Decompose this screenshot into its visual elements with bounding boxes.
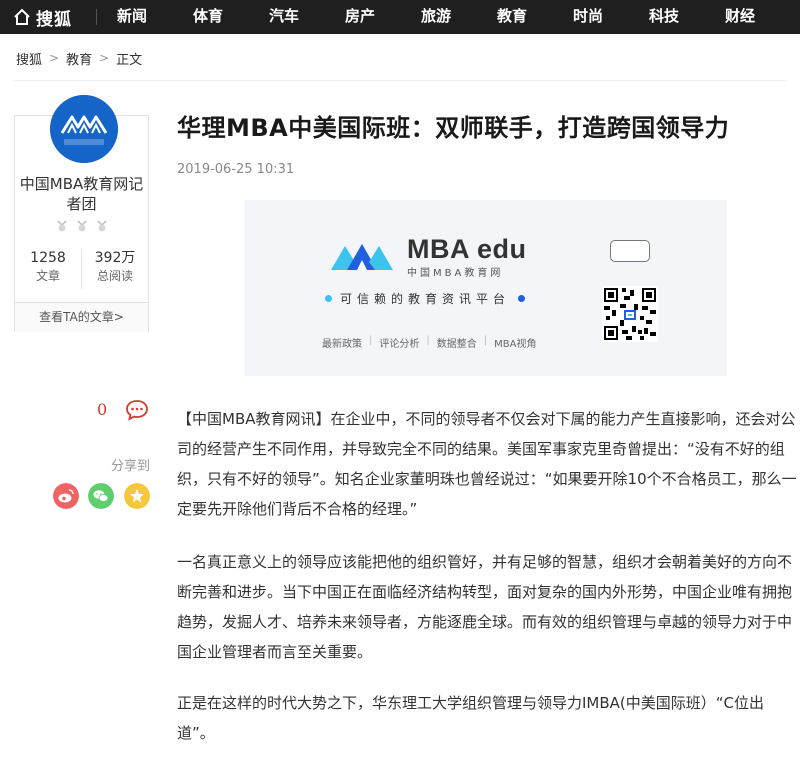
nav-item-house[interactable]: 房产: [345, 0, 375, 34]
nav-divider: [96, 9, 97, 25]
author-card: 中国MBA教育网记者团 1258 文章 392万 总阅读 查看TA的文章>: [14, 95, 149, 332]
breadcrumb-home[interactable]: 搜狐: [16, 49, 42, 68]
banner-tag: 最新政策: [322, 339, 362, 350]
banner-subtitle: 中国MBA教育网: [407, 268, 504, 279]
author-name[interactable]: 中国MBA教育网记者团: [15, 174, 148, 214]
stat-reads: 392万 总阅读: [81, 249, 148, 289]
article-paragraph: 一名真正意义上的领导应该能把他的组织管好，并有足够的智慧，组织才会朝着美好的方向…: [177, 553, 793, 661]
favorite-star-icon[interactable]: [124, 483, 150, 509]
weibo-share-icon[interactable]: [53, 483, 79, 509]
banner-tags: 最新政策 | 评论分析 | 数据整合 | MBA视角: [315, 335, 543, 350]
article-paragraph: 【中国MBA教育网讯】在企业中，不同的领导者不仅会对下属的能力产生直接影响，还会…: [177, 410, 797, 518]
mba-edu-logo-icon: [331, 244, 393, 270]
article-paragraph: 正是在这样的时代大势之下，华东理工大学组织管理与领导力IMBA(中美国际班）“C…: [177, 694, 765, 742]
qr-code-icon: [602, 286, 658, 342]
sohu-logo[interactable]: 搜狐: [12, 4, 72, 30]
view-author-articles-link[interactable]: 查看TA的文章>: [15, 302, 148, 332]
breadcrumb: 搜狐 > 教育 > 正文: [16, 49, 143, 68]
nav-item-finance[interactable]: 财经: [725, 0, 755, 34]
nav-item-travel[interactable]: 旅游: [421, 0, 451, 34]
avatar[interactable]: [50, 95, 118, 163]
stat-articles: 1258 文章: [15, 249, 81, 289]
breadcrumb-separator: >: [49, 51, 60, 65]
medal-icon: [97, 220, 107, 232]
comment-icon[interactable]: [125, 399, 149, 421]
nav-item-fashion[interactable]: 时尚: [573, 0, 603, 34]
publish-date: 2019-06-25 10:31: [177, 162, 295, 177]
breadcrumb-section[interactable]: 教育: [66, 49, 92, 68]
breadcrumb-separator: >: [99, 51, 110, 65]
nav-item-news[interactable]: 新闻: [117, 0, 147, 34]
author-badges: [52, 219, 112, 233]
nav-item-auto[interactable]: 汽车: [269, 0, 299, 34]
mba-logo-icon: [50, 95, 118, 163]
medal-icon: [77, 220, 87, 232]
articles-count: 1258: [30, 250, 66, 266]
nav-item-sports[interactable]: 体育: [193, 0, 223, 34]
divider: [14, 80, 786, 81]
medal-icon: [57, 220, 67, 232]
logo-text: 搜狐: [36, 9, 72, 30]
article-banner-image: MBA edu 中国MBA教育网 可信赖的教育资讯平台 最新政策 | 评论分析 …: [245, 200, 727, 376]
author-stats: 1258 文章 392万 总阅读: [15, 249, 148, 289]
nav-item-education[interactable]: 教育: [497, 0, 527, 34]
banner-brand: MBA edu: [407, 234, 527, 264]
banner-slogan-text: 可信赖的教育资讯平台: [340, 292, 511, 306]
share-label: 分享到: [110, 459, 150, 474]
banner-slogan: 可信赖的教育资讯平台: [317, 290, 533, 307]
reads-label: 总阅读: [96, 269, 133, 283]
blue-dot: [518, 295, 526, 302]
articles-label: 文章: [35, 269, 60, 283]
banner-tag: MBA视角: [494, 339, 537, 350]
top-nav-bar: 搜狐 新闻 体育 汽车 房产 旅游 教育 时尚 科技 财经: [0, 0, 800, 34]
wechat-share-icon[interactable]: [88, 483, 114, 509]
home-icon: [14, 8, 30, 25]
banner-rounded-frame: [610, 240, 650, 262]
reads-count: 392万: [94, 250, 136, 266]
nav-item-tech[interactable]: 科技: [649, 0, 679, 34]
breadcrumb-current: 正文: [116, 52, 143, 68]
cyan-dot: [325, 295, 332, 302]
banner-tag: 评论分析: [379, 339, 420, 350]
article-title: 华理MBA中美国际班：双师联手，打造跨国领导力: [177, 114, 730, 142]
banner-tag: 数据整合: [436, 339, 477, 350]
comment-count[interactable]: 0: [97, 400, 107, 419]
